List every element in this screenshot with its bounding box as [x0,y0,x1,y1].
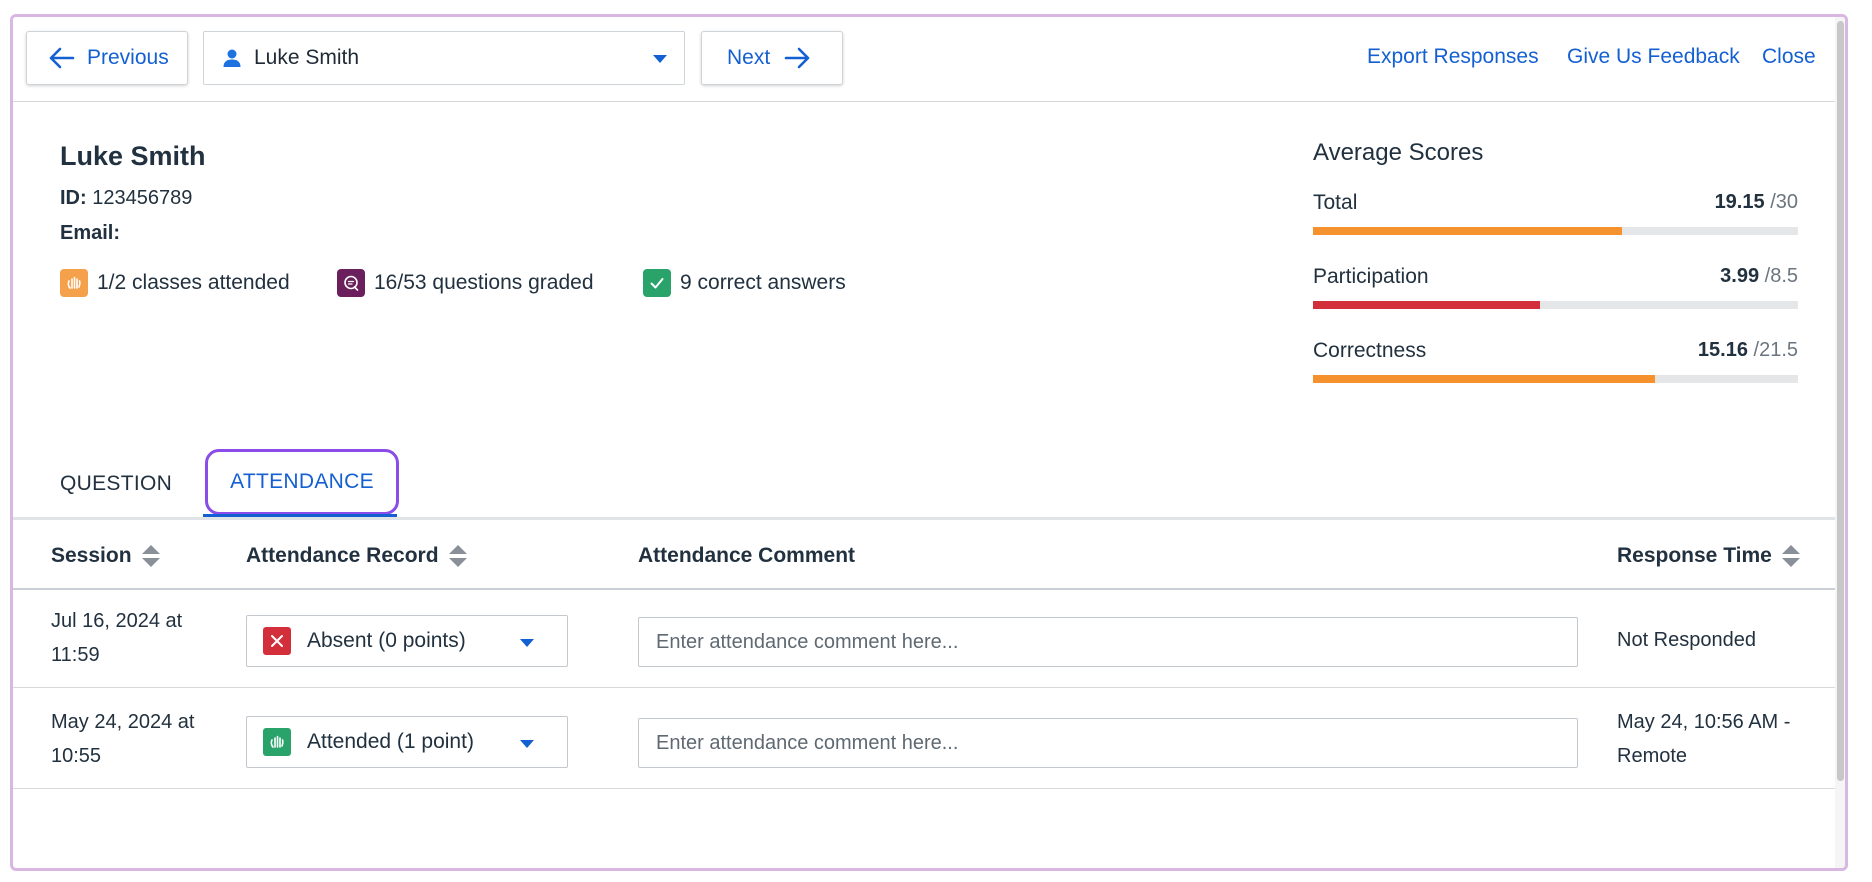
next-label: Next [727,46,771,69]
close-link[interactable]: Close [1762,45,1816,69]
score-bar [1313,375,1798,383]
column-header-response-time[interactable]: Response Time [1617,544,1801,568]
row-divider [13,788,1845,789]
session-time: 11:59 [51,644,100,666]
attendance-hand-icon [263,728,291,756]
response-time-line2: Remote [1617,745,1688,767]
student-name: Luke Smith [60,141,206,171]
checkmark-icon [643,269,671,297]
absent-x-icon [263,627,291,655]
column-header-attendance-comment: Attendance Comment [638,544,855,568]
response-time-cell: Not Responded [1617,623,1756,657]
arrow-right-icon [784,47,810,69]
response-time-line1: May 24, 10:56 AM - [1617,711,1791,733]
person-icon [223,49,241,67]
score-bar [1313,301,1798,309]
session-cell: May 24, 2024 at 10:55 [51,705,194,773]
score-bar-fill [1313,375,1655,383]
previous-button[interactable]: Previous [26,31,188,85]
column-header-attendance-record[interactable]: Attendance Record [246,544,468,568]
score-max: /21.5 [1753,339,1798,361]
export-responses-link[interactable]: Export Responses [1367,45,1539,69]
score-value: 15.16 /21.5 [1698,339,1798,362]
tabs-divider [13,517,1845,520]
attendance-record-select[interactable]: Attended (1 point) [246,716,568,768]
correct-answers-text: 9 correct answers [680,271,846,294]
tab-attendance-label: ATTENDANCE [230,470,374,493]
score-number: 15.16 [1697,339,1748,361]
score-number: 19.15 [1714,191,1765,213]
header-label: Attendance Record [246,544,439,567]
selected-student-name: Luke Smith [254,46,360,69]
attendance-record-value: Absent (0 points) [307,629,466,652]
arrow-left-icon [49,47,75,69]
classes-attended-text: 1/2 classes attended [97,271,290,294]
header-label: Response Time [1617,544,1772,567]
score-value: 3.99 /8.5 [1720,265,1798,288]
tab-attendance[interactable]: ATTENDANCE [205,449,399,515]
attendance-record-value: Attended (1 point) [307,730,474,753]
header-label: Attendance Comment [638,544,856,567]
sort-icon [448,545,467,567]
row-divider [13,687,1845,688]
score-bar-fill [1313,301,1541,309]
session-date: May 24, 2024 at [51,711,195,733]
student-detail-panel: Previous Luke Smith Next Export Response… [10,14,1848,871]
score-correctness: Correctness 15.16 /21.5 [1313,339,1798,383]
questions-graded-text: 16/53 questions graded [374,271,594,294]
score-participation: Participation 3.99 /8.5 [1313,265,1798,309]
student-id: ID: 123456789 [60,187,192,210]
table-header-divider [13,588,1845,590]
score-value: 19.15 /30 [1715,191,1798,214]
response-time-cell: May 24, 10:56 AM - Remote [1617,705,1790,773]
session-time: 10:55 [51,745,102,767]
give-feedback-link[interactable]: Give Us Feedback [1567,45,1740,69]
score-max: /8.5 [1764,265,1798,287]
student-email: Email: [60,222,120,245]
session-date: Jul 16, 2024 at [51,610,183,632]
student-select[interactable]: Luke Smith [203,31,685,85]
email-label: Email: [60,222,121,244]
attendance-hand-icon [60,269,88,297]
attendance-record-select[interactable]: Absent (0 points) [246,615,568,667]
questions-graded-stat: 16/53 questions graded [337,269,594,297]
column-header-session[interactable]: Session [51,544,161,568]
sort-icon [141,545,160,567]
id-label: ID: [60,187,87,209]
correct-answers-stat: 9 correct answers [643,269,846,297]
tab-question[interactable]: QUESTION [60,472,172,496]
sort-icon [1781,545,1800,567]
average-scores-title: Average Scores [1313,139,1484,166]
score-bar-fill [1313,227,1623,235]
attendance-comment-input[interactable] [638,718,1578,768]
session-cell: Jul 16, 2024 at 11:59 [51,604,182,672]
chevron-down-icon [520,639,534,647]
chevron-down-icon [520,740,534,748]
scrollbar-thumb[interactable] [1837,21,1844,781]
attendance-comment-input[interactable] [638,617,1578,667]
classes-attended-stat: 1/2 classes attended [60,269,290,297]
id-value: 123456789 [92,187,193,209]
score-number: 3.99 [1720,265,1760,287]
score-bar [1313,227,1798,235]
score-total: Total 19.15 /30 [1313,191,1798,235]
question-bubble-icon [337,269,365,297]
response-time-line1: Not Responded [1617,629,1756,651]
next-button[interactable]: Next [701,31,843,85]
header-label: Session [51,544,132,567]
chevron-down-icon [653,55,667,63]
top-bar: Previous Luke Smith Next Export Response… [13,17,1845,102]
score-max: /30 [1770,191,1798,213]
previous-label: Previous [87,46,169,69]
